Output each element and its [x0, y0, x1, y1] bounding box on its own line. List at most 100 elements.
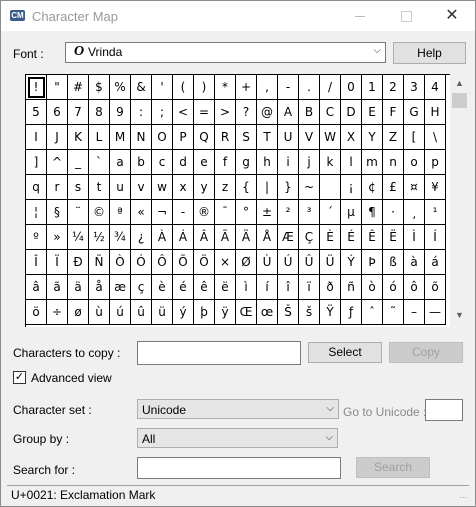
character-cell[interactable]: õ — [425, 275, 446, 300]
character-cell[interactable]: Ÿ — [320, 300, 341, 325]
character-cell[interactable]: ò — [362, 275, 383, 300]
character-cell[interactable]: œ — [257, 300, 278, 325]
character-cell[interactable]: { — [236, 175, 257, 200]
character-cell[interactable]: 5 — [26, 100, 47, 125]
character-cell[interactable]: L — [89, 125, 110, 150]
character-cell[interactable]: z — [215, 175, 236, 200]
character-cell[interactable]: ^ — [47, 150, 68, 175]
character-cell[interactable]: ` — [89, 150, 110, 175]
character-cell[interactable]: R — [215, 125, 236, 150]
character-cell[interactable]: ÿ — [215, 300, 236, 325]
character-cell[interactable]: š — [299, 300, 320, 325]
character-cell[interactable]: } — [278, 175, 299, 200]
character-cell[interactable]: > — [215, 100, 236, 125]
character-cell[interactable]: E — [362, 100, 383, 125]
scroll-down-arrow-icon[interactable]: ▼ — [455, 310, 464, 320]
character-cell[interactable]: Ì — [404, 225, 425, 250]
character-cell[interactable]: : — [131, 100, 152, 125]
character-cell[interactable]: ¨ — [68, 200, 89, 225]
character-cell[interactable]: [ — [404, 125, 425, 150]
character-cell[interactable]: ® — [194, 200, 215, 225]
character-cell[interactable]: h — [257, 150, 278, 175]
character-cell[interactable]: Ñ — [89, 250, 110, 275]
character-cell[interactable]: M — [110, 125, 131, 150]
character-cell[interactable]: % — [110, 75, 131, 100]
character-cell[interactable]: Û — [299, 250, 320, 275]
character-cell[interactable]: 6 — [47, 100, 68, 125]
character-cell[interactable]: t — [89, 175, 110, 200]
character-cell[interactable]: ¾ — [110, 225, 131, 250]
character-cell[interactable]: f — [215, 150, 236, 175]
character-cell[interactable]: C — [320, 100, 341, 125]
character-cell[interactable]: g — [236, 150, 257, 175]
character-cell[interactable]: ƒ — [341, 300, 362, 325]
character-cell[interactable]: · — [383, 200, 404, 225]
character-cell[interactable]: # — [68, 75, 89, 100]
character-cell[interactable]: l — [341, 150, 362, 175]
minimize-button[interactable] — [337, 1, 383, 31]
character-cell[interactable]: È — [320, 225, 341, 250]
character-cell[interactable]: < — [173, 100, 194, 125]
character-cell[interactable]: S — [236, 125, 257, 150]
character-cell[interactable]: ³ — [299, 200, 320, 225]
character-cell[interactable]: ¡ — [341, 175, 362, 200]
character-cell[interactable]: ± — [257, 200, 278, 225]
character-cell[interactable]: v — [131, 175, 152, 200]
character-cell[interactable]: É — [341, 225, 362, 250]
search-input[interactable] — [137, 457, 341, 479]
character-cell[interactable]: ! — [26, 75, 47, 100]
character-cell[interactable]: ; — [152, 100, 173, 125]
character-cell[interactable]: ˜ — [383, 300, 404, 325]
character-cell[interactable]: | — [257, 175, 278, 200]
character-cell[interactable]: Â — [194, 225, 215, 250]
character-cell[interactable]: æ — [110, 275, 131, 300]
character-cell[interactable]: ê — [194, 275, 215, 300]
character-cell[interactable]: \ — [425, 125, 446, 150]
character-cell[interactable]: å — [89, 275, 110, 300]
character-cell[interactable]: D — [341, 100, 362, 125]
character-cell[interactable]: ÷ — [47, 300, 68, 325]
copy-button[interactable]: Copy — [389, 342, 463, 363]
character-cell[interactable]: u — [110, 175, 131, 200]
scrollbar-thumb[interactable] — [452, 93, 467, 108]
character-cell[interactable]: Q — [194, 125, 215, 150]
help-button[interactable]: Help — [393, 42, 466, 64]
character-cell[interactable]: I — [26, 125, 47, 150]
character-cell[interactable]: £ — [383, 175, 404, 200]
character-cell[interactable]: Ë — [383, 225, 404, 250]
character-cell[interactable]: e — [194, 150, 215, 175]
character-cell[interactable]: A — [278, 100, 299, 125]
character-cell[interactable]: Ü — [320, 250, 341, 275]
character-cell[interactable]: - — [278, 75, 299, 100]
character-cell[interactable]: ¶ — [362, 200, 383, 225]
character-cell[interactable]: _ — [68, 150, 89, 175]
character-cell[interactable]: Ø — [236, 250, 257, 275]
character-cell[interactable]: à — [404, 250, 425, 275]
character-cell[interactable]: d — [173, 150, 194, 175]
character-cell[interactable]: â — [26, 275, 47, 300]
font-dropdown[interactable]: O Vrinda ⌵ — [65, 42, 386, 63]
character-cell[interactable]: G — [404, 100, 425, 125]
character-cell[interactable]: º — [26, 225, 47, 250]
character-cell[interactable]: ¥ — [425, 175, 446, 200]
character-cell[interactable]: o — [404, 150, 425, 175]
close-button[interactable]: ✕ — [429, 1, 475, 31]
character-cell[interactable]: Í — [425, 225, 446, 250]
character-cell[interactable]: T — [257, 125, 278, 150]
character-cell[interactable]: ¦ — [26, 200, 47, 225]
character-cell[interactable]: " — [47, 75, 68, 100]
character-cell[interactable]: ¼ — [68, 225, 89, 250]
character-cell[interactable]: Î — [26, 250, 47, 275]
character-cell[interactable]: Ê — [362, 225, 383, 250]
character-cell[interactable]: ß — [383, 250, 404, 275]
character-cell[interactable]: k — [320, 150, 341, 175]
go-to-unicode-input[interactable] — [425, 399, 463, 421]
character-cell[interactable]: p — [425, 150, 446, 175]
character-cell[interactable]: é — [173, 275, 194, 300]
character-cell[interactable]: = — [194, 100, 215, 125]
character-cell[interactable]: ¤ — [404, 175, 425, 200]
character-cell[interactable]: Ö — [194, 250, 215, 275]
character-cell[interactable] — [320, 175, 341, 200]
character-cell[interactable]: µ — [341, 200, 362, 225]
character-cell[interactable]: s — [68, 175, 89, 200]
